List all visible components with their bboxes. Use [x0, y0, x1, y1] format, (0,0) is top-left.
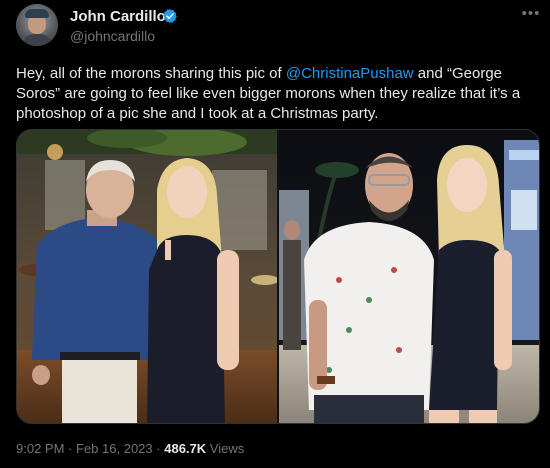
photo-right[interactable]	[279, 130, 540, 424]
tweet-text: Hey, all of the morons sharing this pic …	[16, 64, 541, 124]
views-label: Views	[209, 441, 245, 456]
tweet-media[interactable]	[16, 129, 540, 424]
author-name[interactable]: John Cardillo	[70, 8, 166, 25]
tweet-text-before: Hey, all of the morons sharing this pic …	[16, 65, 286, 82]
photo-left[interactable]	[17, 130, 277, 424]
views-count: 486.7K	[164, 441, 207, 456]
more-options-icon[interactable]: •••	[520, 6, 542, 22]
meta-separator-2: ·	[156, 441, 161, 456]
author-handle[interactable]: @johncardillo	[70, 28, 155, 44]
mention-link[interactable]: @ChristinaPushaw	[286, 65, 414, 82]
meta-separator: ·	[68, 441, 73, 456]
tweet-date[interactable]: Feb 16, 2023	[76, 441, 153, 456]
verified-badge-icon	[163, 9, 177, 23]
tweet-meta: 9:02 PM · Feb 16, 2023 · 486.7K Views	[16, 441, 244, 456]
tweet-time[interactable]: 9:02 PM	[16, 441, 64, 456]
tweet: John Cardillo @johncardillo ••• Hey, all…	[0, 0, 550, 468]
author-avatar[interactable]	[16, 4, 58, 46]
